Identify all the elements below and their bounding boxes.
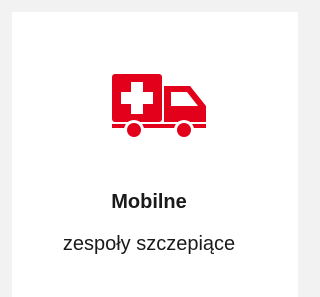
card-title: Mobilne xyxy=(111,191,187,213)
ambulance-icon xyxy=(112,74,206,140)
card-subtitle: zespoły szczepiące xyxy=(62,233,236,255)
